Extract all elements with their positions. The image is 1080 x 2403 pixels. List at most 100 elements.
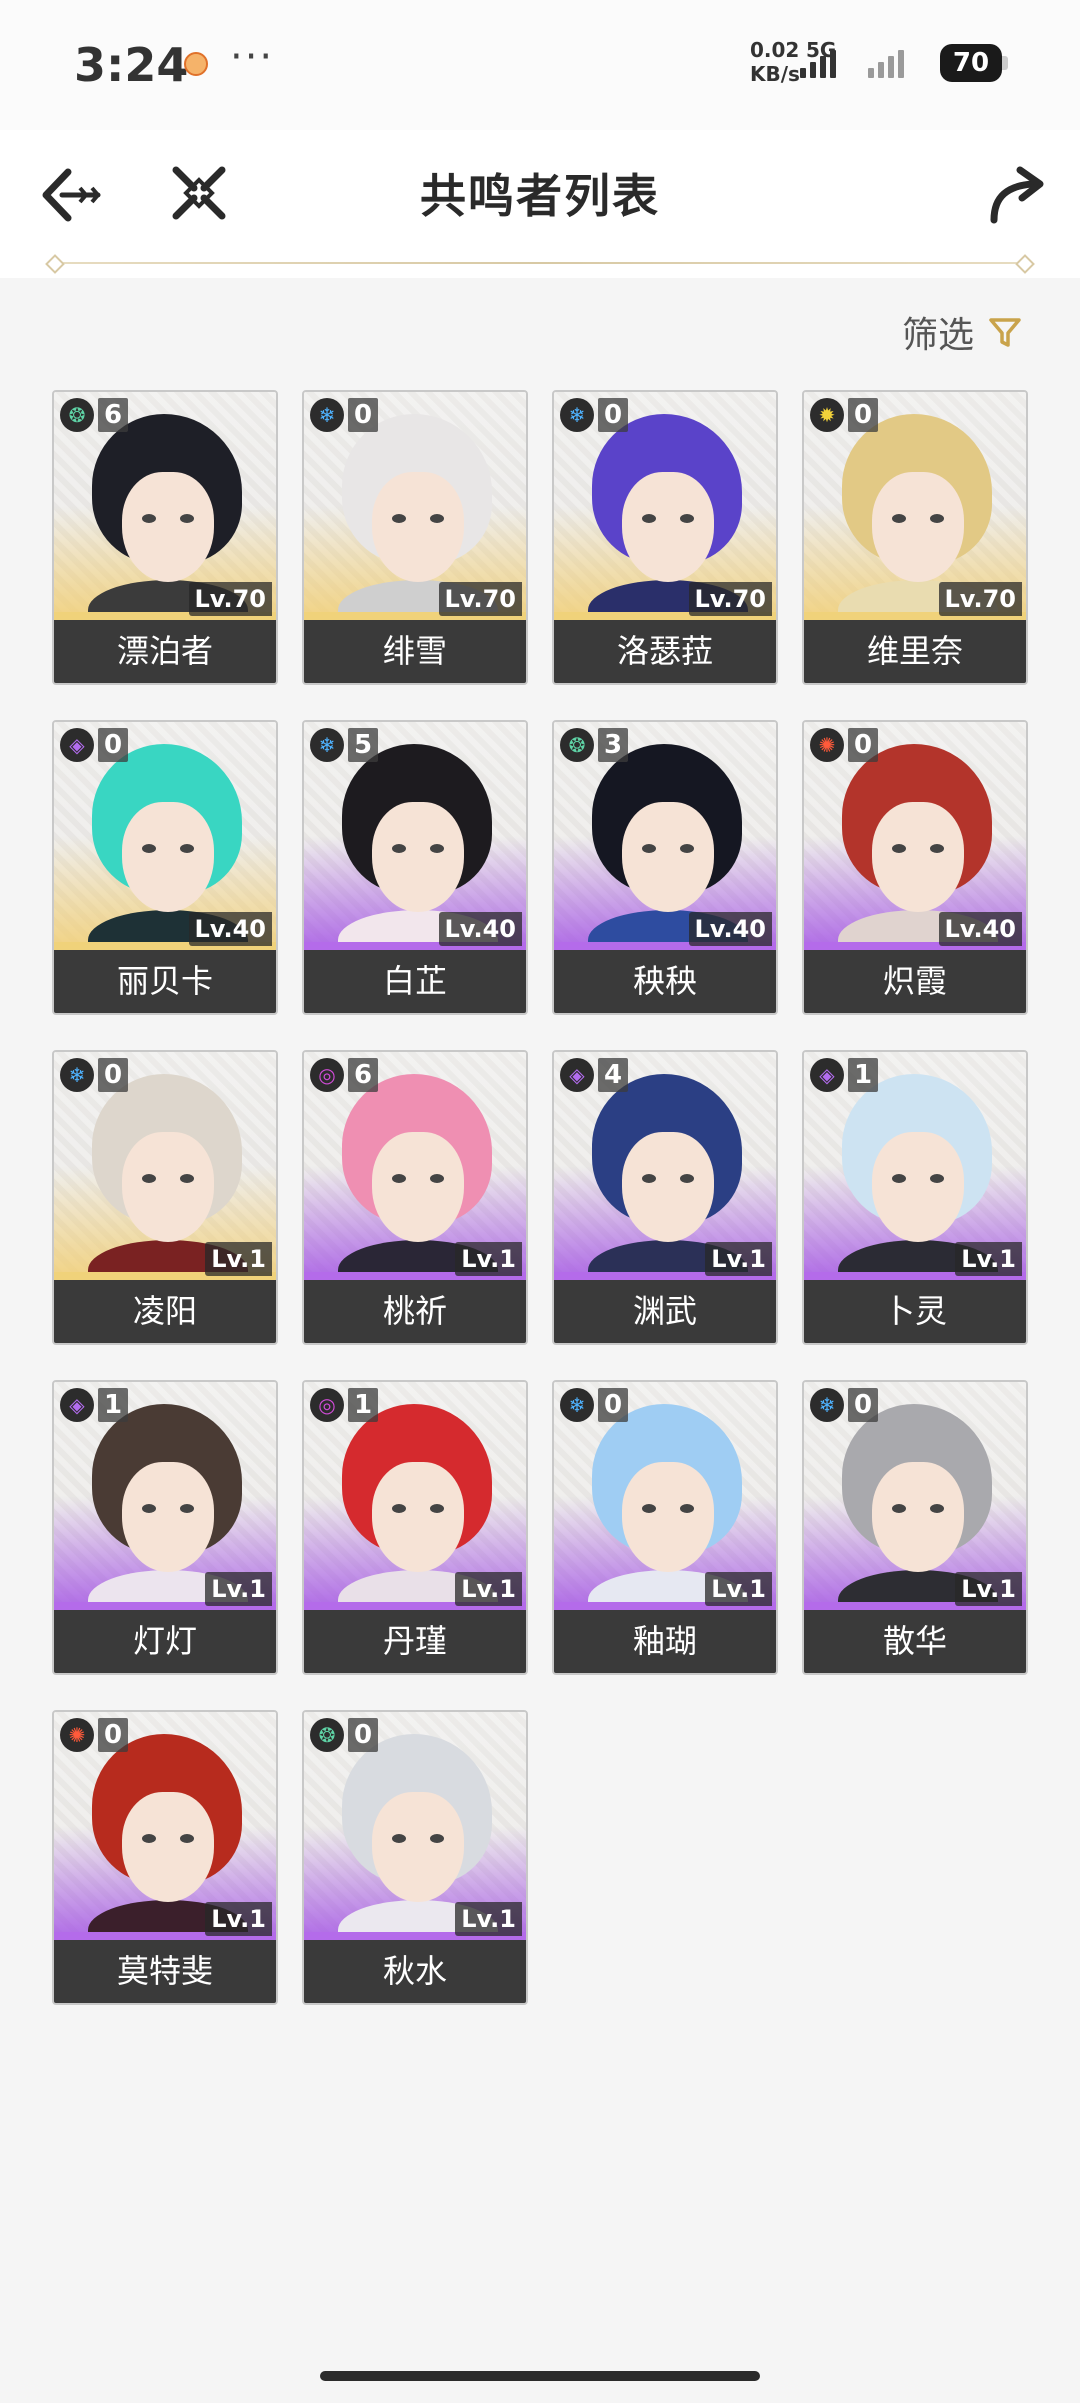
portrait-face bbox=[622, 472, 714, 582]
notification-app-icon bbox=[184, 52, 208, 76]
portrait-eye bbox=[142, 844, 156, 853]
havoc-icon: ◈ bbox=[60, 728, 94, 762]
portrait-face bbox=[872, 802, 964, 912]
portrait-face bbox=[122, 472, 214, 582]
character-name: 丹瑾 bbox=[304, 1610, 526, 1673]
portrait-eye bbox=[892, 1174, 906, 1183]
character-portrait: ❂ 3 Lv.40 bbox=[554, 722, 776, 950]
character-card[interactable]: ✺ 0 Lv.40 炽霞 bbox=[802, 720, 1028, 1015]
character-card[interactable]: ❄ 0 Lv.1 散华 bbox=[802, 1380, 1028, 1675]
electro-icon: ◎ bbox=[310, 1388, 344, 1422]
fusion-icon: ✺ bbox=[810, 728, 844, 762]
portrait-eye bbox=[892, 844, 906, 853]
character-card[interactable]: ◈ 1 Lv.1 卜灵 bbox=[802, 1050, 1028, 1345]
filter-button[interactable]: 筛选 bbox=[902, 306, 1022, 358]
glacio-icon: ❄ bbox=[310, 398, 344, 432]
chain-count: 5 bbox=[348, 728, 378, 762]
character-name: 卜灵 bbox=[804, 1280, 1026, 1343]
character-name: 渊武 bbox=[554, 1280, 776, 1343]
aero-icon: ❂ bbox=[310, 1718, 344, 1752]
character-level: Lv.1 bbox=[455, 1572, 522, 1606]
portrait-eye bbox=[680, 844, 694, 853]
chain-count: 1 bbox=[348, 1388, 378, 1422]
chain-count: 0 bbox=[848, 398, 878, 432]
portrait-eye bbox=[892, 514, 906, 523]
portrait-eye bbox=[180, 844, 194, 853]
character-name: 维里奈 bbox=[804, 620, 1026, 683]
portrait-eye bbox=[892, 1504, 906, 1513]
portrait-face bbox=[372, 472, 464, 582]
character-card[interactable]: ◈ 0 Lv.40 丽贝卡 bbox=[52, 720, 278, 1015]
character-name: 洛瑟菈 bbox=[554, 620, 776, 683]
character-name: 白芷 bbox=[304, 950, 526, 1013]
character-card[interactable]: ❄ 0 Lv.1 釉瑚 bbox=[552, 1380, 778, 1675]
spectro-icon: ✹ bbox=[810, 398, 844, 432]
chain-count: 3 bbox=[598, 728, 628, 762]
signal-strength-icon bbox=[800, 48, 836, 78]
character-card[interactable]: ❂ 0 Lv.1 秋水 bbox=[302, 1710, 528, 2005]
character-card[interactable]: ◎ 1 Lv.1 丹瑾 bbox=[302, 1380, 528, 1675]
character-card[interactable]: ❄ 0 Lv.70 绯雪 bbox=[302, 390, 528, 685]
status-bar: 3:24 ··· 0.02 KB/s 5G 70 bbox=[0, 0, 1080, 130]
character-name: 釉瑚 bbox=[554, 1610, 776, 1673]
character-portrait: ◈ 1 Lv.1 bbox=[54, 1382, 276, 1610]
character-level: Lv.40 bbox=[938, 912, 1022, 946]
havoc-icon: ◈ bbox=[560, 1058, 594, 1092]
app-header: 共鸣者列表 bbox=[0, 130, 1080, 278]
character-card[interactable]: ❂ 6 Lv.70 漂泊者 bbox=[52, 390, 278, 685]
portrait-face bbox=[122, 1792, 214, 1902]
filter-funnel-icon bbox=[989, 318, 1021, 347]
character-card[interactable]: ❂ 3 Lv.40 秧秧 bbox=[552, 720, 778, 1015]
portrait-eye bbox=[180, 1834, 194, 1843]
chain-count: 0 bbox=[348, 1718, 378, 1752]
chain-count: 6 bbox=[348, 1058, 378, 1092]
chain-count: 0 bbox=[348, 398, 378, 432]
character-name: 漂泊者 bbox=[54, 620, 276, 683]
character-name: 莫特斐 bbox=[54, 1940, 276, 2003]
share-button[interactable] bbox=[980, 160, 1050, 230]
net-speed-value: 0.02 bbox=[750, 38, 800, 62]
character-portrait: ✹ 0 Lv.70 bbox=[804, 392, 1026, 620]
portrait-eye bbox=[930, 1504, 944, 1513]
portrait-face bbox=[372, 1462, 464, 1572]
net-speed-unit: KB/s bbox=[750, 62, 800, 86]
character-level: Lv.40 bbox=[438, 912, 522, 946]
character-portrait: ❂ 6 Lv.70 bbox=[54, 392, 276, 620]
portrait-face bbox=[622, 1462, 714, 1572]
page-title: 共鸣者列表 bbox=[420, 169, 660, 223]
character-portrait: ◎ 6 Lv.1 bbox=[304, 1052, 526, 1280]
character-card[interactable]: ✹ 0 Lv.70 维里奈 bbox=[802, 390, 1028, 685]
chain-count: 1 bbox=[848, 1058, 878, 1092]
character-card[interactable]: ◈ 4 Lv.1 渊武 bbox=[552, 1050, 778, 1345]
character-card[interactable]: ❄ 5 Lv.40 白芷 bbox=[302, 720, 528, 1015]
portrait-eye bbox=[680, 514, 694, 523]
character-list-panel: 筛选 ❂ 6 Lv.70 漂泊者 ❄ 0 Lv.70 绯雪 ❄ 0 Lv.70 … bbox=[0, 278, 1080, 2403]
portrait-eye bbox=[180, 1504, 194, 1513]
character-card[interactable]: ◎ 6 Lv.1 桃祈 bbox=[302, 1050, 528, 1345]
chain-count: 0 bbox=[98, 1718, 128, 1752]
character-card[interactable]: ❄ 0 Lv.70 洛瑟菈 bbox=[552, 390, 778, 685]
status-time: 3:24 bbox=[74, 38, 189, 92]
character-level: Lv.1 bbox=[205, 1242, 272, 1276]
character-portrait: ❄ 0 Lv.70 bbox=[304, 392, 526, 620]
character-name: 凌阳 bbox=[54, 1280, 276, 1343]
portrait-face bbox=[122, 802, 214, 912]
character-portrait: ❄ 0 Lv.1 bbox=[804, 1382, 1026, 1610]
character-card[interactable]: ◈ 1 Lv.1 灯灯 bbox=[52, 1380, 278, 1675]
portrait-face bbox=[372, 802, 464, 912]
character-card[interactable]: ❄ 0 Lv.1 凌阳 bbox=[52, 1050, 278, 1345]
character-portrait: ❄ 0 Lv.1 bbox=[54, 1052, 276, 1280]
portrait-eye bbox=[930, 844, 944, 853]
character-name: 散华 bbox=[804, 1610, 1026, 1673]
home-indicator[interactable] bbox=[320, 2371, 760, 2381]
character-card[interactable]: ✺ 0 Lv.1 莫特斐 bbox=[52, 1710, 278, 2005]
character-level: Lv.1 bbox=[205, 1902, 272, 1936]
portrait-eye bbox=[142, 514, 156, 523]
header-divider bbox=[56, 262, 1024, 264]
fusion-icon: ✺ bbox=[60, 1718, 94, 1752]
character-name: 桃祈 bbox=[304, 1280, 526, 1343]
portrait-face bbox=[872, 472, 964, 582]
portrait-eye bbox=[392, 514, 406, 523]
filter-label: 筛选 bbox=[901, 315, 974, 356]
portrait-eye bbox=[680, 1504, 694, 1513]
